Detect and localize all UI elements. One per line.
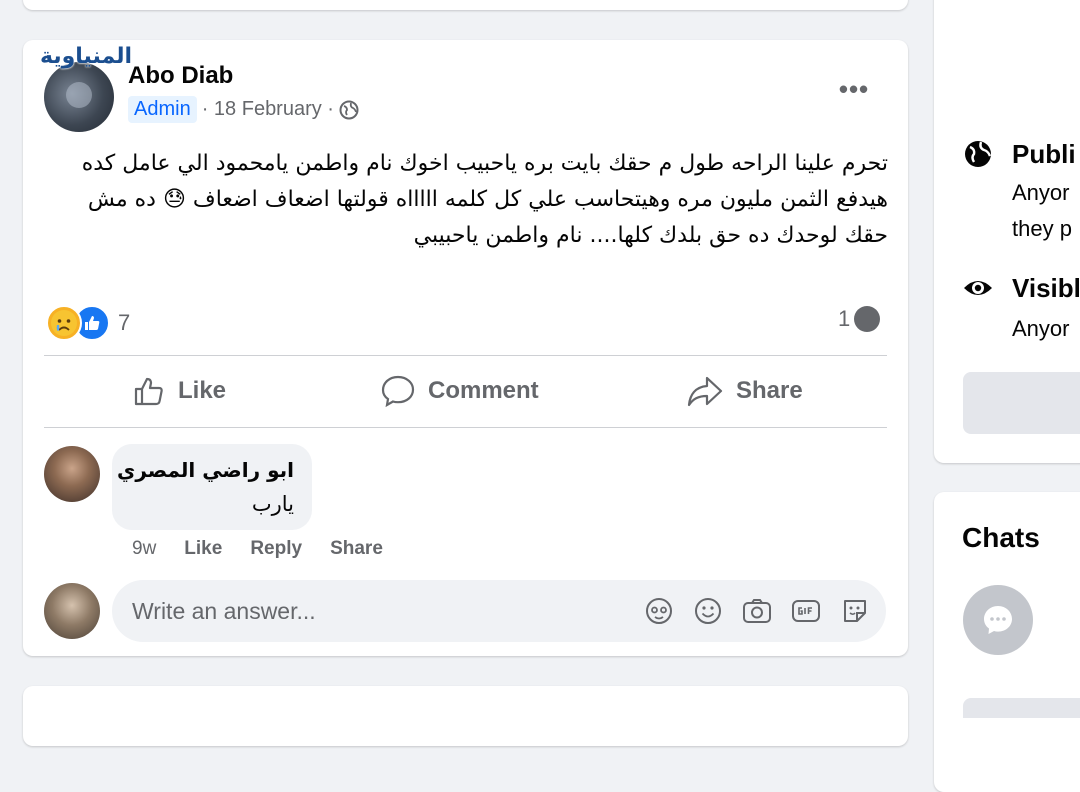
camera-icon[interactable] [742, 596, 772, 626]
public-row: Publi [962, 138, 1076, 170]
comment-count-value: 1 [838, 306, 851, 331]
next-post-card [23, 686, 908, 746]
comment-text: يارب [251, 492, 294, 516]
avatar-sticker-icon[interactable] [644, 596, 674, 626]
comment-icon [381, 375, 415, 408]
share-icon [687, 376, 723, 407]
admin-badge[interactable]: Admin [128, 96, 197, 123]
globe-icon [965, 141, 992, 167]
public-title: Publi [1012, 138, 1076, 169]
learn-more-button[interactable] [963, 372, 1080, 434]
sticker-icon[interactable] [840, 596, 870, 626]
reaction-count: 7 [118, 310, 131, 335]
visible-title: Visibl [1012, 272, 1080, 303]
author-avatar[interactable] [44, 62, 114, 132]
current-user-avatar[interactable] [44, 583, 100, 639]
globe-icon [339, 100, 359, 119]
public-description-line2: they p [1012, 216, 1072, 241]
divider [44, 355, 887, 356]
comment-bubble-icon [854, 306, 881, 332]
answer-input[interactable]: Write an answer... [112, 580, 886, 642]
gif-icon[interactable] [791, 596, 821, 626]
eye-icon [964, 281, 992, 295]
answer-toolbar [625, 596, 870, 626]
like-button[interactable]: Like [132, 368, 226, 414]
comment-time[interactable]: 9w [132, 538, 156, 560]
comment-reply-button[interactable]: Reply [250, 538, 302, 560]
reactions-summary[interactable]: 7 [46, 305, 130, 341]
visible-description: Anyor [1012, 316, 1070, 341]
comment-share-button[interactable]: Share [330, 538, 383, 560]
divider [44, 427, 887, 428]
post-author-name[interactable]: Abo Diab [128, 62, 233, 90]
public-description-line1: Anyor [1012, 180, 1070, 205]
share-label: Share [736, 377, 803, 404]
emoji-icon[interactable] [693, 596, 723, 626]
post-card [23, 40, 908, 656]
comment-like-button[interactable]: Like [184, 538, 222, 560]
post-text: تحرم علينا الراحه طول م حقك بايت بره ياح… [81, 151, 888, 248]
chats-title: Chats [962, 522, 1040, 553]
share-button[interactable]: Share [686, 368, 803, 414]
chat-list-button[interactable] [963, 698, 1080, 718]
like-label: Like [178, 377, 227, 404]
visible-row: Visibl [962, 272, 1080, 304]
comment-bubble: ابو راضي المصري يارب [112, 444, 312, 530]
new-chat-button[interactable] [963, 585, 1033, 655]
previous-post-card [23, 0, 908, 10]
thumbs-up-icon [134, 377, 163, 406]
comment-count[interactable]: 1 [838, 306, 881, 332]
post-meta: Admin · 18 February · [128, 96, 359, 123]
commenter-name[interactable]: ابو راضي المصري [117, 458, 294, 482]
watermark-logo: المنياوية [40, 44, 133, 69]
comment-actions: 9w Like Reply Share [132, 538, 411, 560]
answer-placeholder: Write an answer... [132, 598, 316, 624]
comment-button[interactable]: Comment [380, 368, 539, 414]
comment-label: Comment [428, 377, 539, 404]
commenter-avatar[interactable] [44, 446, 100, 502]
chat-bubble-icon [984, 606, 1012, 634]
sad-reaction-icon [46, 305, 82, 341]
post-date[interactable]: · 18 February · [202, 98, 334, 121]
post-more-button[interactable]: ••• [834, 76, 874, 108]
